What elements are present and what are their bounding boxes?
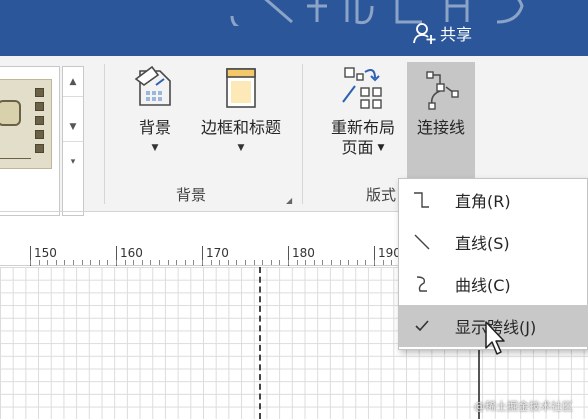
ruler-minor-tick bbox=[331, 260, 332, 265]
chevron-down-icon: ▼ bbox=[151, 143, 159, 153]
background-icon bbox=[134, 65, 171, 106]
ruler-minor-tick bbox=[81, 260, 83, 265]
ruler-minor-tick bbox=[73, 260, 74, 265]
relayout-label-line2: 页面 bbox=[341, 138, 374, 157]
straight-connector-icon bbox=[414, 234, 430, 250]
ruler-label: 150 bbox=[34, 246, 57, 260]
ruler-minor-tick bbox=[219, 260, 221, 265]
ruler-minor-tick bbox=[47, 260, 49, 265]
connectors-button[interactable]: 连接线 bbox=[407, 62, 475, 192]
dialog-launcher-icon[interactable]: ◢ bbox=[286, 196, 296, 206]
ruler-minor-tick bbox=[227, 260, 229, 265]
ruler-minor-tick bbox=[374, 260, 375, 265]
ruler-minor-tick bbox=[98, 260, 100, 265]
title-bar: 共享 bbox=[0, 0, 588, 56]
ribbon-separator bbox=[302, 64, 303, 204]
menu-item-right-angle[interactable]: 直角(R) bbox=[399, 179, 588, 221]
borders-titles-label: 边框和标题 bbox=[200, 118, 281, 137]
ruler-minor-tick bbox=[236, 260, 238, 265]
logo-watermark-icon bbox=[230, 0, 524, 26]
ruler-minor-tick bbox=[365, 260, 367, 265]
ruler-minor-tick bbox=[339, 260, 341, 265]
chevron-down-icon: ▼ bbox=[237, 143, 245, 153]
arrow-line-icon bbox=[0, 158, 31, 159]
ruler-minor-tick bbox=[322, 260, 324, 265]
relayout-icon bbox=[342, 67, 382, 109]
menu-item-label: 直线(S) bbox=[455, 234, 510, 253]
ruler-minor-tick bbox=[38, 260, 40, 265]
ruler-minor-tick bbox=[184, 260, 186, 265]
theme-gallery[interactable] bbox=[0, 66, 60, 216]
gallery-more-button[interactable]: ▾ bbox=[63, 147, 83, 177]
chevron-down-icon: ▼ bbox=[377, 143, 385, 153]
ruler-minor-tick bbox=[176, 260, 178, 265]
ruler-minor-tick bbox=[159, 260, 160, 265]
ruler-minor-tick bbox=[150, 260, 152, 265]
page-break-line bbox=[259, 267, 261, 419]
ruler-minor-tick bbox=[141, 260, 143, 265]
ruler-label: 160 bbox=[120, 246, 143, 260]
ruler-minor-tick bbox=[90, 260, 92, 265]
layout-group-label: 版式 bbox=[366, 186, 397, 204]
swatch-icon bbox=[35, 116, 44, 125]
ruler-minor-tick bbox=[313, 260, 315, 265]
ruler-minor-tick bbox=[288, 260, 289, 265]
ruler-minor-tick bbox=[202, 260, 203, 265]
border-title-icon bbox=[226, 68, 256, 108]
background-group-label: 背景 bbox=[176, 186, 207, 204]
right-angle-connector-icon bbox=[414, 192, 429, 208]
ruler-minor-tick bbox=[167, 260, 169, 265]
menu-item-straight[interactable]: 直线(S) bbox=[399, 221, 588, 263]
ruler-minor-tick bbox=[210, 260, 212, 265]
ruler-minor-tick bbox=[391, 260, 393, 265]
ruler-minor-tick bbox=[193, 260, 195, 265]
menu-item-label: 直角(R) bbox=[455, 192, 511, 211]
share-button[interactable]: 共享 bbox=[412, 20, 472, 46]
ruler-minor-tick bbox=[55, 260, 57, 265]
relayout-label-line1: 重新布局 bbox=[330, 118, 395, 137]
theme-gallery-item[interactable] bbox=[0, 79, 52, 169]
ruler-label: 180 bbox=[292, 246, 315, 260]
ruler-minor-tick bbox=[133, 260, 135, 265]
ruler-minor-tick bbox=[116, 260, 117, 265]
ruler-minor-tick bbox=[305, 260, 307, 265]
menu-item-curved[interactable]: 曲线(C) bbox=[399, 263, 588, 305]
ruler-minor-tick bbox=[124, 260, 126, 265]
swatch-icon bbox=[35, 130, 44, 139]
ruler-minor-tick bbox=[262, 260, 264, 265]
ribbon-separator bbox=[104, 64, 105, 204]
ruler-minor-tick bbox=[253, 260, 255, 265]
swatch-icon bbox=[35, 144, 44, 153]
check-icon bbox=[415, 320, 429, 332]
watermark-text: @稀土掘金技术社区 bbox=[474, 400, 573, 413]
background-button[interactable]: 背景 ▼ bbox=[128, 62, 182, 154]
add-person-icon bbox=[413, 23, 436, 44]
ruler-minor-tick bbox=[64, 260, 66, 265]
menu-item-label: 曲线(C) bbox=[455, 276, 511, 295]
ruler-minor-tick bbox=[270, 260, 272, 265]
mouse-pointer-icon bbox=[485, 321, 505, 355]
ruler-minor-tick bbox=[296, 260, 298, 265]
ruler-minor-tick bbox=[245, 260, 246, 265]
gallery-scroll-up-button[interactable]: ▲ bbox=[63, 67, 83, 97]
swatch-icon bbox=[35, 102, 44, 111]
ruler-minor-tick bbox=[30, 260, 31, 265]
theme-preview-icon bbox=[0, 100, 21, 126]
ruler-minor-tick bbox=[279, 260, 281, 265]
ruler-minor-tick bbox=[348, 260, 350, 265]
borders-titles-button[interactable]: 边框和标题 ▼ bbox=[190, 62, 292, 154]
gallery-scroll-down-button[interactable]: ▼ bbox=[63, 112, 83, 142]
ruler-minor-tick bbox=[356, 260, 358, 265]
swatch-icon bbox=[35, 88, 44, 97]
relayout-page-button[interactable]: 重新布局 页面 ▼ bbox=[322, 62, 404, 158]
ruler-minor-tick bbox=[107, 260, 109, 265]
ruler-label: 170 bbox=[206, 246, 229, 260]
curved-connector-icon bbox=[416, 276, 427, 292]
share-label: 共享 bbox=[440, 25, 473, 44]
background-label: 背景 bbox=[138, 118, 171, 137]
gallery-scrollbar[interactable]: ▲ ▼ ▾ bbox=[62, 66, 84, 216]
ruler-minor-tick bbox=[382, 260, 384, 265]
connector-icon bbox=[426, 71, 459, 110]
connectors-label: 连接线 bbox=[416, 118, 465, 137]
